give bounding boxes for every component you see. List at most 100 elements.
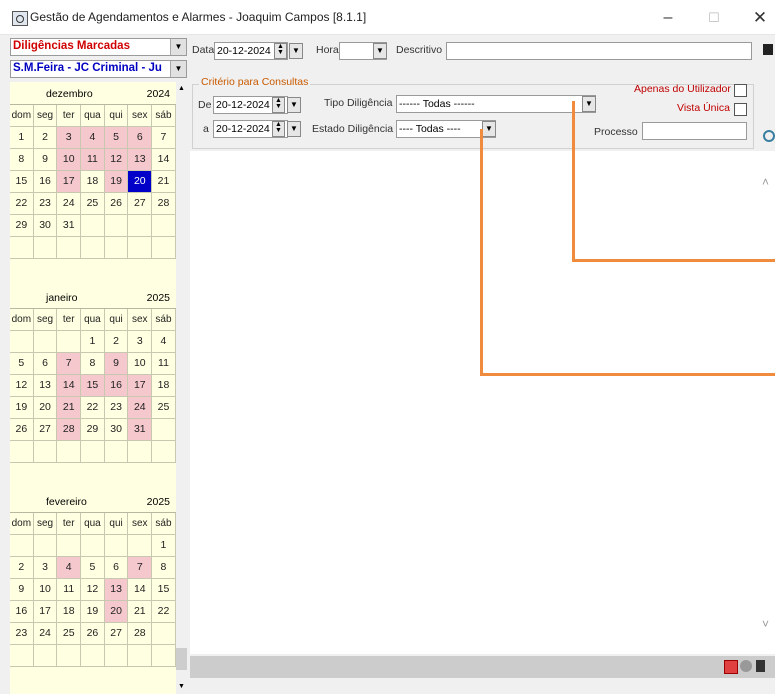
- calendar-day[interactable]: 14: [128, 579, 153, 601]
- maximize-button[interactable]: ☐: [696, 6, 732, 30]
- calendar-day[interactable]: 5: [10, 353, 34, 375]
- de-dropdown-button[interactable]: ▼: [287, 97, 301, 113]
- hora-dropdown-button[interactable]: ▼: [373, 43, 387, 59]
- calendar-day[interactable]: 4: [152, 331, 176, 353]
- calendar-day[interactable]: 17: [57, 171, 82, 193]
- de-spinner[interactable]: ▲ ▼: [272, 97, 285, 113]
- calendar-day[interactable]: 29: [10, 215, 34, 237]
- calendar-day[interactable]: 26: [81, 623, 105, 645]
- binoculars-icon[interactable]: [756, 660, 765, 672]
- calendar-day[interactable]: 14: [57, 375, 82, 397]
- calendar-day[interactable]: 12: [104, 149, 129, 171]
- calendar-day[interactable]: 30: [33, 215, 58, 237]
- calendar-day[interactable]: 23: [33, 193, 58, 215]
- calendar-day[interactable]: 10: [57, 149, 82, 171]
- calendar-day[interactable]: 17: [33, 601, 58, 623]
- a-dropdown-button[interactable]: ▼: [287, 121, 301, 137]
- calendar-day[interactable]: 13: [128, 149, 153, 171]
- minimize-button[interactable]: –: [650, 6, 686, 30]
- calendar-day[interactable]: 28: [152, 193, 176, 215]
- calendar-day[interactable]: 15: [81, 375, 105, 397]
- calendar-day[interactable]: 3: [57, 127, 82, 149]
- calendar-day[interactable]: 24: [33, 623, 58, 645]
- calendar-day[interactable]: 6: [128, 127, 153, 149]
- calendar-day[interactable]: 25: [81, 193, 105, 215]
- calendar-day[interactable]: 8: [81, 353, 105, 375]
- calendar-day[interactable]: 30: [104, 419, 129, 441]
- calendar-day[interactable]: 9: [10, 579, 34, 601]
- calendar-day[interactable]: 19: [10, 397, 34, 419]
- calendar-day[interactable]: 2: [10, 557, 34, 579]
- calendar-day[interactable]: 18: [152, 375, 176, 397]
- calendar-day[interactable]: 26: [104, 193, 129, 215]
- calendar-day[interactable]: 11: [57, 579, 82, 601]
- calendar-day[interactable]: 20: [104, 601, 129, 623]
- diligencias-combo[interactable]: Diligências Marcadas ▼: [10, 38, 187, 56]
- apenas-utilizador-checkbox[interactable]: [734, 84, 747, 97]
- calendar-day[interactable]: 4: [81, 127, 105, 149]
- calendar-day[interactable]: 27: [104, 623, 129, 645]
- scroll-down-icon[interactable]: ▼: [176, 680, 187, 694]
- calendar-day[interactable]: 24: [57, 193, 82, 215]
- calendar-day[interactable]: 18: [81, 171, 105, 193]
- calendar-day[interactable]: 21: [128, 601, 153, 623]
- calendar-day[interactable]: 23: [10, 623, 34, 645]
- calendar-day[interactable]: 10: [33, 579, 58, 601]
- calendar-day[interactable]: 11: [152, 353, 176, 375]
- chevron-down-icon[interactable]: ▼: [170, 61, 186, 77]
- calendar-day[interactable]: 5: [81, 557, 105, 579]
- calendar-day[interactable]: 16: [33, 171, 58, 193]
- calendar-day[interactable]: 19: [81, 601, 105, 623]
- tribunal-combo[interactable]: S.M.Feira - JC Criminal - Ju ▼: [10, 60, 187, 78]
- calendar-day[interactable]: 1: [81, 331, 105, 353]
- close-button[interactable]: ✕: [742, 6, 775, 30]
- calendar-day[interactable]: 22: [152, 601, 176, 623]
- calendar-day[interactable]: 17: [128, 375, 153, 397]
- calendar-day[interactable]: 25: [152, 397, 176, 419]
- calendar-day[interactable]: 22: [81, 397, 105, 419]
- calendar-day[interactable]: 9: [104, 353, 129, 375]
- calendar-day[interactable]: 16: [104, 375, 129, 397]
- calendar-day[interactable]: 24: [128, 397, 153, 419]
- calendar-day[interactable]: 23: [104, 397, 129, 419]
- tipo-diligencia-select[interactable]: ------ Todas ------: [396, 95, 596, 113]
- calendar-day[interactable]: 13: [104, 579, 129, 601]
- calendar-day[interactable]: 13: [33, 375, 58, 397]
- calendar-day[interactable]: 14: [152, 149, 176, 171]
- calendar-day[interactable]: 12: [10, 375, 34, 397]
- calendar-day[interactable]: 28: [128, 623, 153, 645]
- calendar-day[interactable]: 21: [152, 171, 176, 193]
- a-spinner[interactable]: ▲ ▼: [272, 121, 285, 137]
- calendar-day[interactable]: 4: [57, 557, 82, 579]
- calendar-day[interactable]: 15: [152, 579, 176, 601]
- calendar-day[interactable]: 3: [33, 557, 58, 579]
- calendar-day[interactable]: 22: [10, 193, 34, 215]
- calendar-day[interactable]: 20: [128, 171, 153, 193]
- save-icon[interactable]: [763, 44, 773, 55]
- calendar-day[interactable]: 16: [10, 601, 34, 623]
- calendar-day[interactable]: 7: [152, 127, 176, 149]
- scroll-down-icon[interactable]: ˅: [762, 617, 769, 631]
- calendar-day[interactable]: 7: [128, 557, 153, 579]
- calendar-day[interactable]: 1: [10, 127, 34, 149]
- calendar-day[interactable]: 8: [10, 149, 34, 171]
- pdf-icon[interactable]: [724, 660, 738, 674]
- calendar-day[interactable]: 31: [57, 215, 82, 237]
- data-spinner[interactable]: ▲ ▼: [274, 43, 287, 59]
- calendar-day[interactable]: 12: [81, 579, 105, 601]
- calendar-day[interactable]: 8: [152, 557, 176, 579]
- calendar-day[interactable]: 19: [104, 171, 129, 193]
- calendar-day[interactable]: 6: [104, 557, 129, 579]
- calendar-day[interactable]: 7: [57, 353, 82, 375]
- calendar-day[interactable]: 31: [128, 419, 153, 441]
- scroll-up-icon[interactable]: ▲: [176, 82, 187, 96]
- calendar-day[interactable]: 3: [128, 331, 153, 353]
- calendar-day[interactable]: 15: [10, 171, 34, 193]
- calendar-day[interactable]: 1: [152, 535, 176, 557]
- calendar-day[interactable]: 26: [10, 419, 34, 441]
- calendar-day[interactable]: 10: [128, 353, 153, 375]
- calendar-day[interactable]: 2: [104, 331, 129, 353]
- scroll-thumb[interactable]: [176, 648, 187, 670]
- calendar-day[interactable]: 25: [57, 623, 82, 645]
- calendar-day[interactable]: 18: [57, 601, 82, 623]
